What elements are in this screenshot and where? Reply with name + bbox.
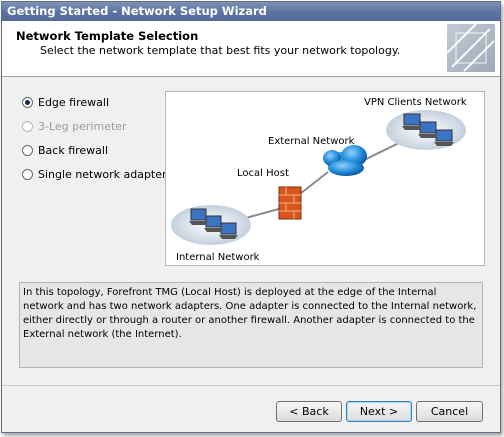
wizard-banner-icon: [446, 23, 495, 72]
topology-diagram: VPN Clients Network External Network Loc…: [165, 91, 485, 266]
vpn-clients-label: VPN Clients Network: [364, 97, 467, 108]
radio-icon: [22, 120, 33, 132]
local-host-label: Local Host: [237, 168, 289, 179]
cancel-button[interactable]: Cancel: [416, 401, 483, 422]
title-bar: Getting Started - Network Setup Wizard: [2, 2, 500, 21]
template-description: In this topology, Forefront TMG (Local H…: [19, 282, 483, 368]
radio-selected-icon[interactable]: [22, 96, 33, 108]
option-label: 3-Leg perimeter: [38, 119, 127, 133]
option-back-firewall[interactable]: Back firewall: [22, 143, 108, 157]
page-subtitle: Select the network template that best fi…: [40, 44, 401, 57]
option-label: Edge firewall: [38, 95, 110, 109]
page-title: Network Template Selection: [16, 29, 199, 43]
option-label: Back firewall: [38, 143, 109, 157]
topology-graphic: [171, 110, 466, 245]
internal-network-icon: [171, 205, 251, 245]
cloud-icon: [323, 145, 367, 176]
firewall-icon: [278, 186, 302, 220]
option-3-leg-perimeter: 3-Leg perimeter: [22, 119, 127, 133]
next-button[interactable]: Next >: [346, 401, 412, 422]
radio-icon[interactable]: [22, 144, 33, 156]
wizard-header: Network Template Selection Select the ne…: [2, 21, 500, 77]
radio-icon[interactable]: [22, 168, 33, 180]
footer-divider: [2, 385, 500, 386]
external-network-label: External Network: [268, 136, 355, 147]
back-button[interactable]: < Back: [276, 401, 342, 422]
vpn-clients-icon: [386, 110, 466, 150]
internal-network-label: Internal Network: [176, 252, 260, 263]
wizard-window: Getting Started - Network Setup Wizard N…: [1, 1, 501, 433]
option-edge-firewall[interactable]: Edge firewall: [22, 95, 109, 109]
option-single-adapter[interactable]: Single network adapter: [22, 167, 167, 181]
option-label: Single network adapter: [38, 167, 167, 181]
